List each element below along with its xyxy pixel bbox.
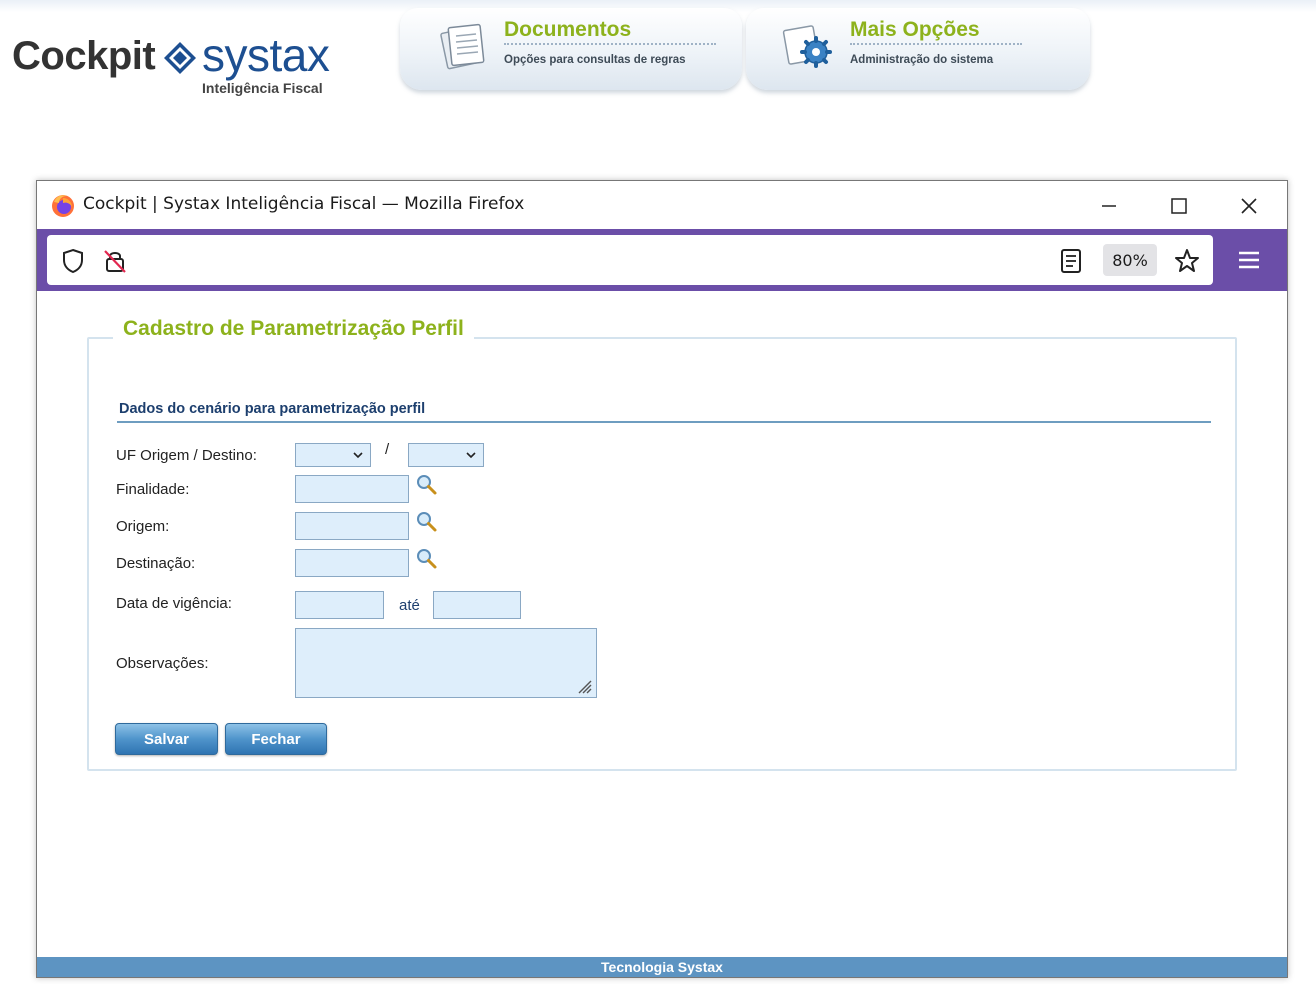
maximize-icon — [1171, 198, 1187, 214]
zoom-level-button[interactable]: 80% — [1103, 244, 1157, 276]
settings-gear-icon — [782, 25, 832, 68]
vigencia-fim-input[interactable] — [433, 591, 521, 619]
url-input[interactable] — [137, 245, 1055, 275]
logo-diamond-icon — [164, 42, 196, 74]
nav-divider — [850, 43, 1022, 45]
menu-hamburger-icon[interactable] — [1233, 245, 1265, 275]
origem-label: Origem: — [116, 518, 170, 535]
app-header: Cockpit systax Inteligência Fiscal Docum… — [0, 0, 1316, 170]
documents-icon — [440, 23, 485, 70]
close-window-button[interactable] — [1227, 189, 1271, 223]
observacoes-label: Observações: — [116, 655, 209, 672]
browser-toolbar: 80% — [37, 229, 1287, 291]
close-icon — [1241, 198, 1257, 214]
minimize-button[interactable] — [1087, 189, 1131, 223]
nav-divider — [504, 43, 716, 45]
vigencia-label: Data de vigência: — [116, 595, 232, 612]
destinacao-search-icon[interactable] — [415, 547, 439, 571]
nav-documentos-subtitle: Opções para consultas de regras — [504, 54, 686, 66]
logo-text-cockpit: Cockpit — [12, 34, 156, 78]
url-bar: 80% — [47, 235, 1213, 285]
section-title: Dados do cenário para parametrização per… — [119, 401, 426, 417]
nav-documentos-title: Documentos — [504, 18, 632, 41]
maximize-button[interactable] — [1157, 189, 1201, 223]
origem-input[interactable] — [295, 512, 409, 540]
page-content: Cadastro de Parametrização Perfil Dados … — [37, 291, 1287, 977]
nav-mais-opcoes-subtitle: Administração do sistema — [850, 54, 994, 66]
nav-mais-opcoes[interactable]: Mais Opções Administração do sistema — [746, 8, 1090, 90]
vigencia-ate-label: até — [399, 597, 420, 614]
fechar-button[interactable]: Fechar — [225, 723, 327, 755]
observacoes-textarea[interactable] — [295, 628, 597, 698]
nav-mais-opcoes-title: Mais Opções — [850, 18, 980, 41]
reader-view-icon[interactable] — [1057, 247, 1085, 275]
bookmark-star-icon[interactable] — [1173, 247, 1201, 275]
finalidade-input[interactable] — [295, 475, 409, 503]
vigencia-inicio-input[interactable] — [295, 591, 384, 619]
section-divider — [117, 421, 1211, 423]
logo-text-systax: systax — [202, 29, 330, 81]
salvar-button[interactable]: Salvar — [115, 723, 218, 755]
minimize-icon — [1102, 205, 1116, 207]
uf-destino-select[interactable] — [408, 443, 484, 467]
chevron-down-icon — [466, 452, 476, 459]
chevron-down-icon — [353, 452, 363, 459]
form-title: Cadastro de Parametrização Perfil — [113, 317, 474, 341]
finalidade-search-icon[interactable] — [415, 473, 439, 497]
insecure-lock-icon[interactable] — [101, 247, 129, 275]
uf-separator: / — [385, 441, 390, 458]
logo-subtitle: Inteligência Fiscal — [202, 80, 323, 96]
footer-bar: Tecnologia Systax — [37, 957, 1287, 977]
nav-documentos[interactable]: Documentos Opções para consultas de regr… — [400, 8, 742, 90]
cockpit-systax-logo[interactable]: Cockpit systax Inteligência Fiscal — [12, 29, 352, 100]
origem-search-icon[interactable] — [415, 510, 439, 534]
uf-origem-select[interactable] — [295, 443, 371, 467]
tracking-shield-icon[interactable] — [59, 247, 87, 275]
firefox-window: Cockpit | Systax Inteligência Fiscal — M… — [36, 180, 1288, 978]
destinacao-label: Destinação: — [116, 555, 196, 572]
footer-text: Tecnologia Systax — [601, 959, 723, 975]
uf-label: UF Origem / Destino: — [116, 447, 257, 464]
finalidade-label: Finalidade: — [116, 481, 190, 498]
window-title: Cockpit | Systax Inteligência Fiscal — M… — [83, 194, 525, 214]
firefox-logo-icon — [52, 195, 74, 217]
destinacao-input[interactable] — [295, 549, 409, 577]
window-titlebar[interactable]: Cockpit | Systax Inteligência Fiscal — M… — [37, 181, 1287, 229]
